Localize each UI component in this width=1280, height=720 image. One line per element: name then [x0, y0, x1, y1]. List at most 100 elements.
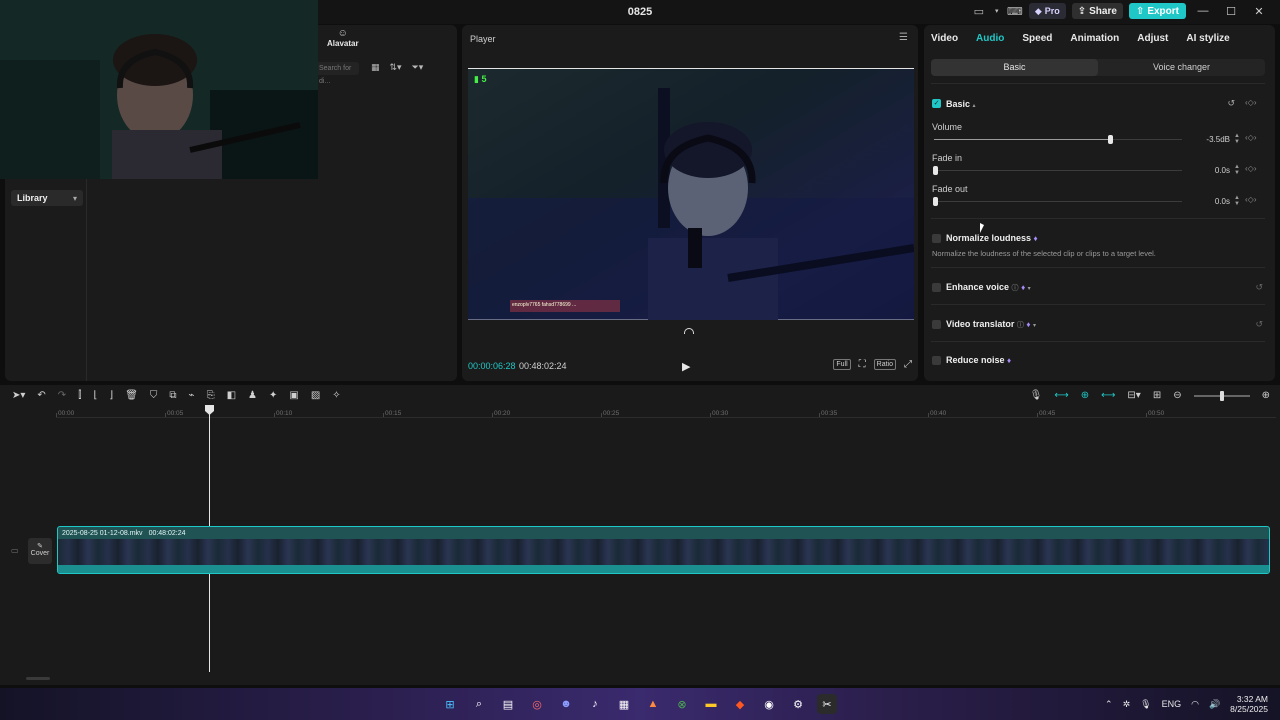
language-indicator[interactable]: ENG — [1162, 699, 1182, 709]
normalize-checkbox[interactable] — [932, 234, 941, 243]
settings-icon[interactable]: ✲ — [1123, 699, 1131, 710]
tab-video[interactable]: Video — [931, 33, 958, 44]
enhance-voice-checkbox[interactable] — [932, 283, 941, 292]
full-button[interactable]: Full — [833, 359, 851, 370]
sort-icon[interactable]: ⇅▾ — [390, 62, 402, 73]
volume-icon[interactable]: 🔊 — [1209, 699, 1220, 710]
video-clip[interactable]: 2025-08-25 01-12-08.mkv 00:48:02:24 — [57, 526, 1270, 574]
ratio-button[interactable]: Ratio — [873, 359, 896, 370]
volume-slider-knob[interactable] — [1108, 135, 1114, 144]
magnet-icon[interactable]: ⊕ — [1081, 390, 1089, 401]
speed-icon[interactable]: ⌁ — [189, 390, 195, 401]
crop-icon[interactable]: ⧉ — [169, 390, 176, 401]
tab-ai-stylize[interactable]: AI stylize — [1186, 33, 1229, 44]
discord-icon[interactable]: ☻ — [556, 694, 576, 714]
microphone-icon[interactable]: 🎙 — [1140, 699, 1151, 710]
marker-icon[interactable]: ⛉ — [150, 390, 158, 401]
volume-value[interactable]: -3.5dB — [1190, 133, 1236, 146]
keyframe-icon[interactable]: ‹◇› — [1245, 133, 1256, 142]
close-icon[interactable]: ✕ — [1248, 3, 1270, 19]
tiktok-icon[interactable]: ♪ — [585, 694, 605, 714]
reduce-noise-checkbox[interactable] — [932, 356, 941, 365]
subtab-voice-changer[interactable]: Voice changer — [1098, 59, 1265, 76]
video-translator-checkbox[interactable] — [932, 320, 941, 329]
reset-icon[interactable]: ↺ — [1255, 319, 1263, 330]
fade-in-value[interactable]: 0.0s — [1190, 164, 1236, 177]
pro-button[interactable]: ◆ Pro — [1028, 3, 1066, 19]
redo-icon[interactable]: ↷ — [58, 390, 66, 401]
shortcuts-icon[interactable]: ⌨ — [1007, 3, 1023, 19]
brave-icon[interactable]: ◆ — [730, 694, 750, 714]
task-view-icon[interactable]: ▤ — [498, 694, 518, 714]
link-main-track-icon[interactable]: ⟷ — [1054, 390, 1068, 401]
magic-icon[interactable]: ✦ — [269, 390, 277, 401]
alavatar-tab[interactable]: ☺ Alavatar — [327, 28, 359, 48]
export-button[interactable]: ⇧ Export — [1128, 3, 1186, 19]
image-icon[interactable]: ▨ — [311, 390, 320, 401]
video-translator-title[interactable]: Video translator ⓘ ♦ ▾ — [946, 319, 1036, 330]
video-preview[interactable]: ▮ 5 enzoplv7765 fahsd778699 ... — [468, 68, 914, 320]
fit-timeline-icon[interactable]: ⊞ — [1153, 390, 1161, 401]
undo-icon[interactable]: ↶ — [37, 390, 45, 401]
zoom-slider[interactable] — [1193, 390, 1250, 401]
fade-in-slider[interactable] — [933, 166, 1182, 175]
fade-out-value[interactable]: 0.0s — [1190, 195, 1236, 208]
mirror-icon[interactable]: ◧ — [227, 390, 236, 401]
chevron-up-icon[interactable]: ⌃ — [1105, 699, 1113, 710]
basic-section-title[interactable]: Basic ▴ — [946, 99, 976, 109]
chrome-icon[interactable]: ◎ — [527, 694, 547, 714]
wifi-icon[interactable]: ◠ — [1191, 699, 1199, 710]
person-cutout-icon[interactable]: ♟ — [248, 390, 257, 401]
file-explorer-icon[interactable]: ▬ — [701, 694, 721, 714]
share-button[interactable]: ⇪ Share — [1071, 3, 1123, 19]
preview-axis-icon[interactable]: ⊟▾ — [1127, 390, 1140, 401]
menu-icon[interactable]: ☰ — [899, 32, 908, 43]
smart-tool-icon[interactable]: ✧ — [332, 390, 340, 401]
basic-checkbox[interactable]: ✓ — [932, 99, 941, 108]
clock[interactable]: 3:32 AM 8/25/2025 — [1230, 694, 1268, 714]
steam-icon[interactable]: ⚙ — [788, 694, 808, 714]
grid-view-icon[interactable]: ▦ — [371, 62, 380, 73]
stepper-icon[interactable]: ▲ ▼ — [1234, 164, 1241, 176]
xbox-icon[interactable]: ⊗ — [672, 694, 692, 714]
layout-icon[interactable]: ▭ — [971, 3, 987, 19]
keyframe-icon[interactable]: ‹◇› — [1245, 195, 1256, 204]
split-icon[interactable]: ⫿ — [78, 390, 81, 401]
windows-start-icon[interactable]: ⊞ — [440, 694, 460, 714]
tab-audio[interactable]: Audio — [976, 33, 1004, 44]
maximize-icon[interactable]: ☐ — [1220, 3, 1242, 19]
trim-left-icon[interactable]: ⌊ — [93, 390, 97, 401]
keyframe-icon[interactable]: ‹◇› — [1245, 98, 1256, 107]
zoom-in-icon[interactable]: ⊕ — [1262, 390, 1270, 401]
fit-icon[interactable]: ⛶ — [859, 359, 866, 370]
fade-out-slider-knob[interactable] — [933, 197, 938, 206]
subtab-basic[interactable]: Basic — [931, 59, 1098, 76]
chevron-down-icon[interactable]: ▾ — [993, 3, 1001, 19]
caption-icon[interactable]: ▣ — [289, 390, 298, 401]
minimize-icon[interactable]: — — [1192, 3, 1214, 19]
rotate-handle-icon[interactable] — [684, 328, 694, 334]
fade-in-slider-knob[interactable] — [933, 166, 938, 175]
play-icon[interactable]: ▶ — [682, 360, 690, 373]
fade-out-slider[interactable] — [933, 197, 1182, 206]
cover-button[interactable]: ✎ Cover — [28, 538, 52, 564]
tab-adjust[interactable]: Adjust — [1137, 33, 1168, 44]
link-clips-icon[interactable]: ⟷ — [1101, 390, 1115, 401]
stepper-icon[interactable]: ▲ ▼ — [1234, 195, 1241, 207]
fullscreen-icon[interactable]: ⤢ — [904, 359, 912, 370]
filter-icon[interactable]: ⏷▾ — [412, 62, 424, 73]
reset-icon[interactable]: ↺ — [1255, 282, 1263, 293]
app-a-icon[interactable]: ▲ — [643, 694, 663, 714]
capcut-icon[interactable]: ✂ — [817, 694, 837, 714]
freeze-icon[interactable]: ⎘ — [207, 390, 215, 401]
timeline-scrollbar[interactable] — [26, 677, 50, 680]
keyframe-icon[interactable]: ‹◇› — [1245, 164, 1256, 173]
search-icon[interactable]: ⌕ — [469, 694, 489, 714]
library-dropdown[interactable]: Library ▾ — [11, 190, 83, 206]
time-ruler[interactable]: 00:00 00:05 00:10 00:15 00:20 00:25 00:30 00:35… — [56, 408, 1276, 418]
select-tool-icon[interactable]: ➤▾ — [12, 390, 25, 401]
track-lock-icon[interactable]: ▭ — [11, 546, 19, 555]
enhance-voice-title[interactable]: Enhance voice ⓘ ♦ ▾ — [946, 282, 1031, 293]
volume-slider[interactable] — [934, 135, 1182, 144]
zoom-out-icon[interactable]: ⊖ — [1173, 390, 1181, 401]
